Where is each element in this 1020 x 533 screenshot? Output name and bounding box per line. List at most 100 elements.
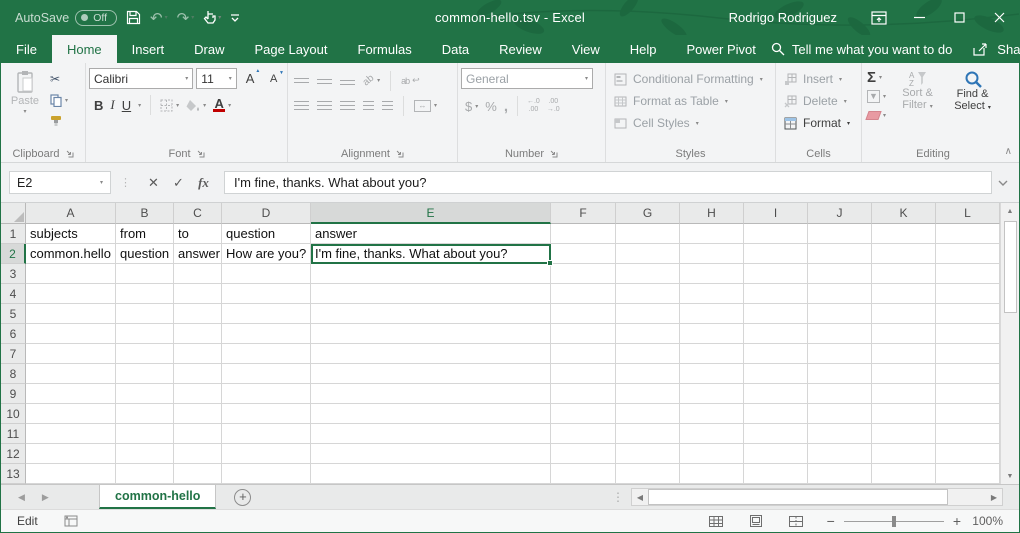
cell-A11[interactable] (26, 424, 116, 444)
cell-E2[interactable]: I'm fine, thanks. What about you? (311, 244, 551, 264)
cut-button[interactable]: ✂ (50, 71, 68, 87)
decrease-font-size-button[interactable]: A▼ (263, 73, 284, 85)
cell-A5[interactable] (26, 304, 116, 324)
merge-center-button[interactable]: ↔▾ (414, 98, 437, 114)
ribbon-tab-data[interactable]: Data (427, 35, 484, 63)
row-header-10[interactable]: 10 (1, 404, 26, 424)
cell-G10[interactable] (616, 404, 680, 424)
cell-G6[interactable] (616, 324, 680, 344)
cell-H12[interactable] (680, 444, 744, 464)
cell-B6[interactable] (116, 324, 174, 344)
cell-I11[interactable] (744, 424, 808, 444)
cell-K6[interactable] (872, 324, 936, 344)
cell-E7[interactable] (311, 344, 551, 364)
number-dialog-launcher-icon[interactable] (549, 149, 558, 158)
ribbon-tab-page-layout[interactable]: Page Layout (240, 35, 343, 63)
cell-A1[interactable]: subjects (26, 224, 116, 244)
cell-B4[interactable] (116, 284, 174, 304)
enter-entry-button[interactable]: ✓ (166, 175, 191, 191)
cell-D13[interactable] (222, 464, 311, 484)
bottom-align-button[interactable] (340, 80, 355, 85)
ribbon-display-options-button[interactable] (859, 0, 899, 35)
cell-D4[interactable] (222, 284, 311, 304)
insert-cells-button[interactable]: Insert▾ (779, 68, 858, 90)
select-all-button[interactable] (1, 203, 26, 224)
cell-C2[interactable]: answer (174, 244, 222, 264)
row-header-12[interactable]: 12 (1, 444, 26, 464)
cell-B7[interactable] (116, 344, 174, 364)
cell-F1[interactable] (551, 224, 616, 244)
clear-button[interactable]: ▾ (867, 107, 886, 123)
cell-G8[interactable] (616, 364, 680, 384)
alignment-dialog-launcher-icon[interactable] (395, 149, 404, 158)
clipboard-dialog-launcher-icon[interactable] (65, 149, 74, 158)
cell-G2[interactable] (616, 244, 680, 264)
cell-C1[interactable]: to (174, 224, 222, 244)
middle-align-button[interactable] (317, 79, 332, 84)
cell-C3[interactable] (174, 264, 222, 284)
cell-D11[interactable] (222, 424, 311, 444)
ribbon-tab-home[interactable]: Home (52, 35, 117, 63)
cell-I4[interactable] (744, 284, 808, 304)
cell-B2[interactable]: question (116, 244, 174, 264)
fill-handle[interactable] (547, 260, 553, 266)
format-cells-button[interactable]: Format▾ (779, 112, 858, 134)
cell-L9[interactable] (936, 384, 1000, 404)
ribbon-tab-view[interactable]: View (557, 35, 615, 63)
cell-D8[interactable] (222, 364, 311, 384)
cell-J8[interactable] (808, 364, 872, 384)
cell-E8[interactable] (311, 364, 551, 384)
font-color-button[interactable]: A ▾ (213, 97, 231, 113)
cell-L7[interactable] (936, 344, 1000, 364)
cell-J5[interactable] (808, 304, 872, 324)
cell-E9[interactable] (311, 384, 551, 404)
font-size-select[interactable]: 11▾ (196, 68, 236, 89)
cell-F12[interactable] (551, 444, 616, 464)
font-dialog-launcher-icon[interactable] (196, 149, 205, 158)
cell-K4[interactable] (872, 284, 936, 304)
cell-A7[interactable] (26, 344, 116, 364)
redo-button[interactable]: ↷▾ (177, 9, 195, 27)
cell-I13[interactable] (744, 464, 808, 484)
delete-cells-button[interactable]: Delete▾ (779, 90, 858, 112)
cell-E12[interactable] (311, 444, 551, 464)
cell-K11[interactable] (872, 424, 936, 444)
column-header-C[interactable]: C (174, 203, 222, 224)
cell-D10[interactable] (222, 404, 311, 424)
macro-recording-icon[interactable] (64, 515, 78, 527)
ribbon-tab-insert[interactable]: Insert (117, 35, 180, 63)
cell-K3[interactable] (872, 264, 936, 284)
page-break-preview-button[interactable] (789, 516, 803, 527)
cell-L12[interactable] (936, 444, 1000, 464)
cell-L2[interactable] (936, 244, 1000, 264)
cell-C4[interactable] (174, 284, 222, 304)
cell-H13[interactable] (680, 464, 744, 484)
increase-indent-button[interactable] (382, 101, 393, 110)
cell-A6[interactable] (26, 324, 116, 344)
zoom-out-button[interactable]: − (827, 513, 835, 529)
cell-H3[interactable] (680, 264, 744, 284)
cell-I2[interactable] (744, 244, 808, 264)
cell-C6[interactable] (174, 324, 222, 344)
cell-C10[interactable] (174, 404, 222, 424)
column-header-B[interactable]: B (116, 203, 174, 224)
orientation-button[interactable]: ab▾ (363, 73, 380, 89)
row-header-3[interactable]: 3 (1, 264, 26, 284)
cell-C11[interactable] (174, 424, 222, 444)
cell-F2[interactable] (551, 244, 616, 264)
cell-C8[interactable] (174, 364, 222, 384)
zoom-slider[interactable] (844, 521, 944, 522)
scroll-left-icon[interactable]: ◀ (632, 493, 648, 502)
cell-B3[interactable] (116, 264, 174, 284)
row-header-9[interactable]: 9 (1, 384, 26, 404)
cell-B11[interactable] (116, 424, 174, 444)
cell-F8[interactable] (551, 364, 616, 384)
cell-D12[interactable] (222, 444, 311, 464)
paste-button[interactable]: Paste ▾ (4, 68, 46, 129)
touch-mouse-mode-button[interactable]: ▾ (203, 10, 221, 25)
row-header-6[interactable]: 6 (1, 324, 26, 344)
cell-I12[interactable] (744, 444, 808, 464)
cell-L5[interactable] (936, 304, 1000, 324)
cell-J11[interactable] (808, 424, 872, 444)
scroll-down-icon[interactable]: ▼ (1001, 468, 1019, 484)
